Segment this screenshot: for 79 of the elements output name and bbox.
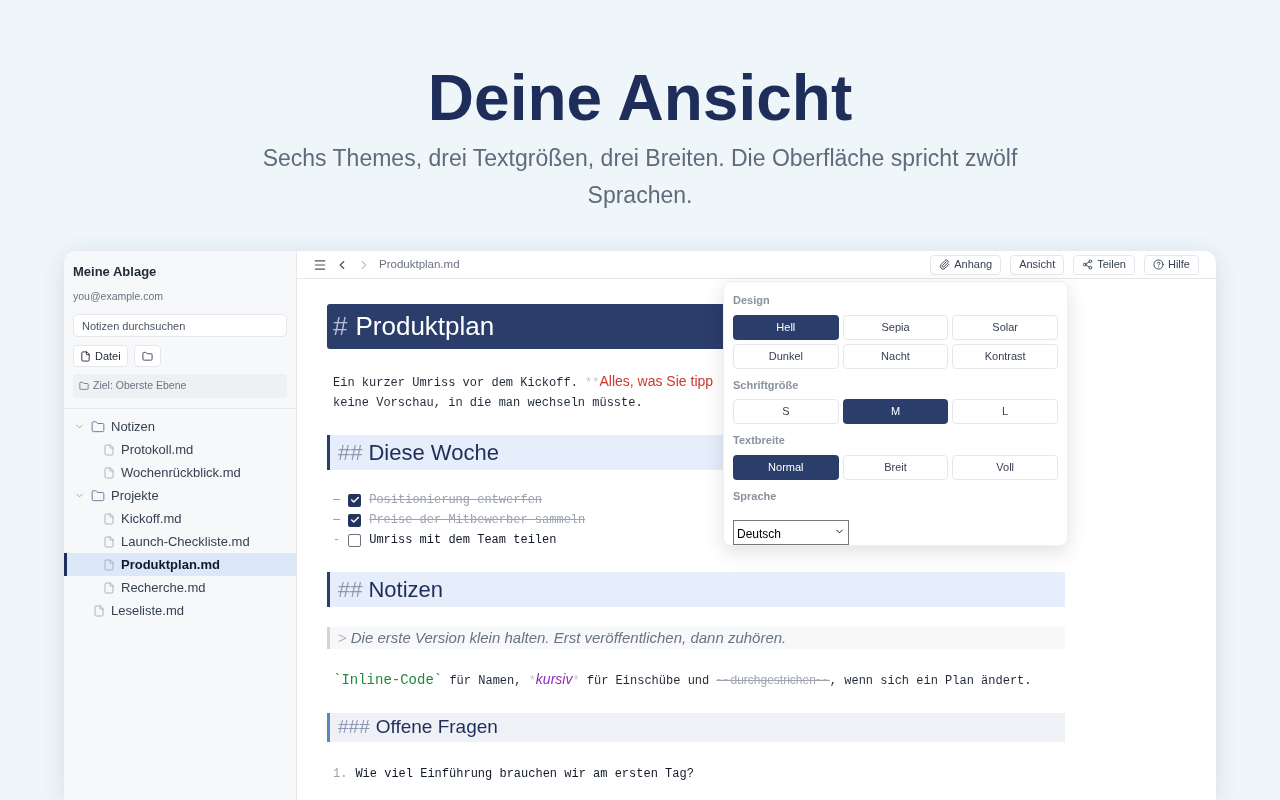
toolbar-button[interactable]: Anhang bbox=[930, 254, 1002, 275]
blockquote: > Die erste Version klein halten. Erst veröffentlichen, dann zuhören. bbox=[327, 627, 1065, 649]
folder-icon bbox=[79, 381, 89, 392]
breadcrumb: Produktplan.md bbox=[379, 256, 460, 272]
folder-icon bbox=[91, 419, 105, 434]
heading-3: ### Offene Fragen bbox=[327, 713, 1065, 742]
folder-item[interactable]: Notizen bbox=[64, 415, 296, 439]
new-folder-button[interactable] bbox=[133, 345, 161, 368]
toolbar-button[interactable]: Teilen bbox=[1073, 254, 1135, 275]
toolbar-button[interactable]: Hilfe bbox=[1144, 254, 1199, 275]
list-item-text: Wie viel Einführung brauchen wir am ersten Tag? bbox=[355, 766, 694, 783]
file-item[interactable]: Leseliste.md bbox=[64, 599, 296, 623]
file-item[interactable]: Protokoll.md bbox=[64, 438, 296, 462]
search-field[interactable]: Notizen durchsuchen bbox=[73, 314, 287, 338]
folder-label: Notizen bbox=[111, 418, 156, 436]
file-item[interactable]: Recherche.md bbox=[64, 576, 296, 600]
file-icon bbox=[103, 535, 115, 548]
list-dash: - bbox=[333, 492, 341, 509]
file-label: Kickoff.md bbox=[121, 510, 182, 528]
file-label: Produktplan.md bbox=[121, 556, 220, 574]
file-item[interactable]: Launch-Checkliste.md bbox=[64, 530, 296, 554]
file-icon bbox=[103, 558, 115, 571]
help-icon bbox=[1153, 259, 1164, 270]
option-button[interactable]: Voll bbox=[952, 454, 1058, 480]
file-label: Wochenrückblick.md bbox=[121, 464, 241, 482]
task-text: Preise der Mitbewerber sammeln bbox=[369, 512, 586, 529]
option-button[interactable]: Sepia bbox=[842, 314, 949, 340]
file-label: Recherche.md bbox=[121, 579, 206, 597]
section-label: Textbreite bbox=[733, 433, 786, 448]
menu-icon[interactable] bbox=[313, 257, 327, 272]
list-dash: - bbox=[333, 512, 341, 529]
file-icon bbox=[103, 512, 115, 525]
option-button[interactable]: Breit bbox=[842, 454, 949, 480]
folder-label: Projekte bbox=[111, 487, 159, 505]
folder-item[interactable]: Projekte bbox=[64, 484, 296, 508]
option-button[interactable]: Solar bbox=[952, 314, 1058, 340]
task-checkbox[interactable] bbox=[348, 493, 362, 507]
file-icon bbox=[93, 604, 105, 617]
file-label: Leseliste.md bbox=[111, 602, 184, 620]
file-item[interactable]: Kickoff.md bbox=[64, 507, 296, 531]
option-button[interactable]: M bbox=[842, 399, 949, 424]
list-dash: - bbox=[333, 532, 341, 549]
task-checkbox[interactable] bbox=[348, 533, 362, 547]
file-icon bbox=[103, 581, 115, 594]
new-file-button[interactable]: Datei bbox=[73, 345, 128, 368]
heading-2: ## Notizen bbox=[327, 572, 1065, 607]
section-label: Schriftgröße bbox=[733, 377, 800, 393]
toolbar-button[interactable]: Ansicht bbox=[1010, 254, 1065, 275]
paragraph-text: Ein kurzer Umriss vor dem Kickoff. **Alles, was Sie tipp keine Vorschau, in die man wechseln müsste. bbox=[332, 372, 715, 412]
paragraph-text: `Inline-Code` für Namen, *kursiv* für Einschübe und ~~durchgestrichen~~, wenn sich ein Plan ändert. bbox=[332, 670, 1033, 690]
hero-subtitle: Sechs Themes, drei Textgrößen, drei Breiten. Die Oberfläche spricht zwölf Sprachen. bbox=[261, 144, 1019, 210]
option-button[interactable]: S bbox=[733, 399, 839, 424]
file-label: Protokoll.md bbox=[121, 441, 194, 459]
section-label: Sprache bbox=[733, 488, 778, 504]
target-folder-label: Ziel: Oberste Ebene bbox=[93, 378, 187, 394]
file-label: Launch-Checkliste.md bbox=[121, 533, 250, 551]
share-icon bbox=[1082, 259, 1094, 270]
option-button[interactable]: Normal bbox=[733, 454, 839, 480]
file-icon bbox=[103, 443, 115, 456]
sidebar-title: Meine Ablage bbox=[73, 263, 158, 281]
list-number: 1. bbox=[333, 766, 348, 783]
option-button[interactable]: Nacht bbox=[842, 343, 949, 369]
option-button[interactable]: Dunkel bbox=[733, 343, 839, 369]
file-icon bbox=[80, 350, 91, 362]
option-button[interactable]: Kontrast bbox=[952, 343, 1058, 369]
language-select[interactable]: Deutsch bbox=[733, 520, 849, 545]
task-text: Umriss mit dem Team teilen bbox=[369, 532, 557, 549]
file-item[interactable]: Wochenrückblick.md bbox=[64, 461, 296, 485]
task-checkbox[interactable] bbox=[348, 513, 362, 527]
account-email: you@example.com bbox=[73, 288, 165, 304]
folder-icon bbox=[141, 350, 153, 362]
hero-title: Deine Ansicht bbox=[427, 62, 853, 134]
file-icon bbox=[103, 466, 115, 479]
paperclip-icon bbox=[939, 259, 951, 270]
option-button[interactable]: L bbox=[952, 399, 1058, 424]
file-item[interactable]: Produktplan.md bbox=[64, 553, 296, 577]
option-button[interactable]: Hell bbox=[733, 314, 839, 340]
task-text: Positionierung entwerfen bbox=[369, 492, 543, 509]
folder-icon bbox=[91, 488, 105, 503]
